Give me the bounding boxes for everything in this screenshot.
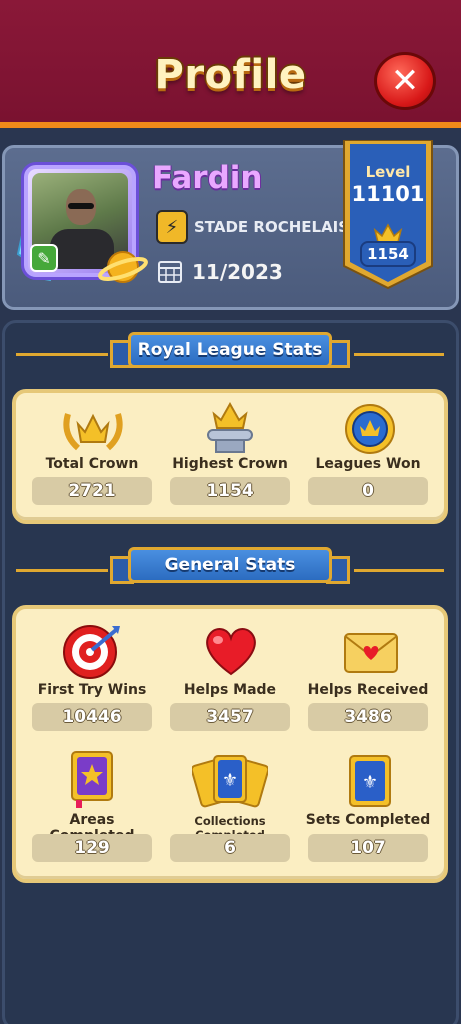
level-crowns: 1154 [360, 241, 416, 267]
edit-icon: ✎ [37, 248, 51, 268]
level-value: 11101 [351, 182, 425, 206]
stat-value-highest-crown: 1154 [170, 477, 290, 505]
player-name: Fardin [152, 160, 263, 196]
stat-value-first-try-wins: 10446 [32, 703, 152, 731]
stat-label-total-crown: Total Crown [45, 456, 139, 472]
envelope-heart-icon [344, 633, 398, 673]
heart-icon [206, 628, 256, 676]
stat-label-sets-completed: Sets Completed [305, 812, 431, 828]
stat-value-areas-completed: 129 [32, 834, 152, 862]
royal-league-title: Royal League Stats [128, 332, 332, 368]
join-date: 11/2023 [192, 260, 283, 284]
stat-label-highest-crown: Highest Crown [172, 456, 288, 472]
divider-left-2 [16, 569, 108, 572]
svg-text:⚜: ⚜ [222, 770, 238, 791]
card-icon: ⚜ [349, 755, 391, 807]
stat-label-helps-received: Helps Received [307, 682, 429, 698]
target-icon [63, 625, 120, 679]
divider-right [354, 353, 444, 356]
planet-decoration-icon [98, 251, 148, 283]
stat-value-helps-made: 3457 [170, 703, 290, 731]
stat-value-sets-completed: 107 [308, 834, 428, 862]
edit-avatar-button[interactable]: ✎ [30, 244, 58, 272]
svg-text:⚜: ⚜ [362, 772, 378, 793]
laurel-crown-icon [63, 413, 123, 451]
divider-right-2 [354, 569, 444, 572]
stat-value-total-crown: 2721 [32, 477, 152, 505]
close-icon: ✕ [390, 61, 420, 101]
team-name[interactable]: STADE ROCHELAIS [194, 218, 349, 236]
stat-label-leagues-won: Leagues Won [315, 456, 421, 472]
pedestal-crown-icon [207, 401, 253, 453]
stat-label-helps-made: Helps Made [183, 682, 277, 698]
level-label: Level [365, 163, 411, 181]
stat-value-leagues-won: 0 [308, 477, 428, 505]
stat-label-first-try-wins: First Try Wins [37, 682, 147, 698]
medal-crown-icon [345, 404, 395, 454]
lightning-badge-icon[interactable]: ⚡ [156, 210, 188, 244]
calendar-icon [158, 261, 182, 283]
general-stats-title: General Stats [128, 547, 332, 583]
divider-left [16, 353, 108, 356]
star-book-icon [71, 751, 113, 808]
cards-fan-icon: ⚜ [192, 755, 268, 808]
close-button[interactable]: ✕ [374, 52, 436, 110]
stat-value-helps-received: 3486 [308, 703, 428, 731]
stat-value-collections-completed: 6 [170, 834, 290, 862]
